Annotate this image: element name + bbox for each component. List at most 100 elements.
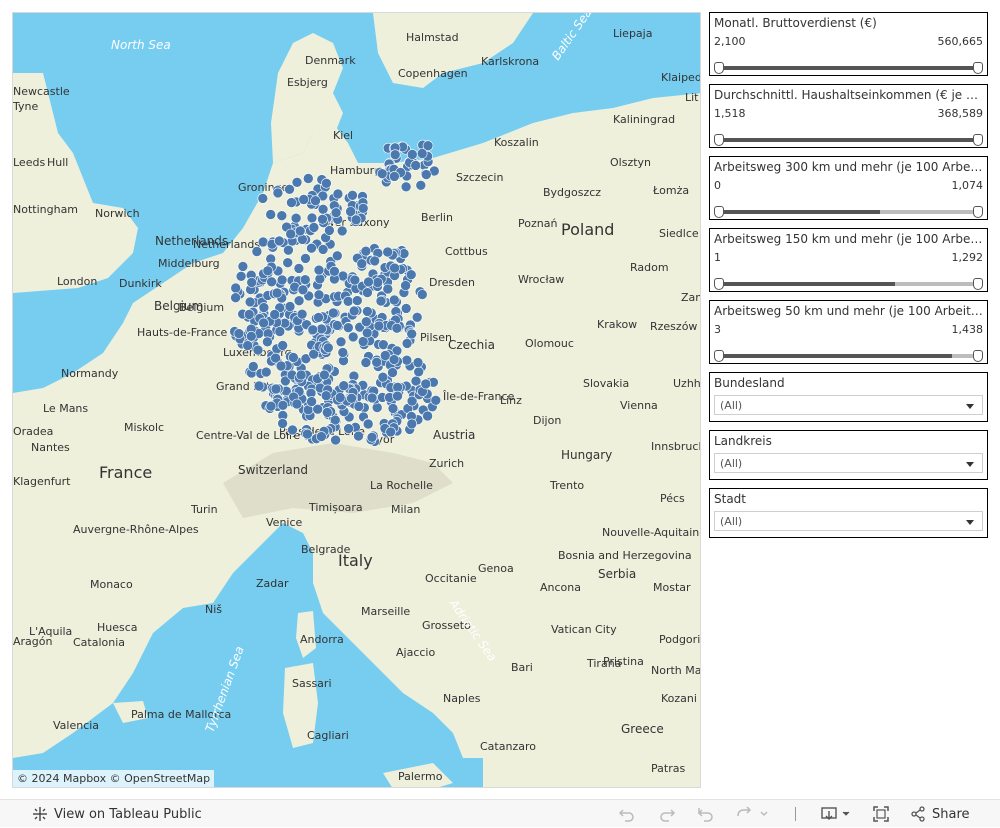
location-marker[interactable] [330,207,342,218]
location-marker[interactable] [405,269,417,281]
location-marker[interactable] [392,381,404,393]
location-marker[interactable] [321,407,333,418]
location-marker[interactable] [356,258,368,269]
slider-track[interactable] [714,134,983,146]
location-marker[interactable] [371,402,383,413]
slider-max-handle[interactable] [973,62,983,74]
slider-track[interactable] [714,278,983,290]
location-marker[interactable] [260,366,272,378]
location-marker[interactable] [331,320,343,331]
location-marker[interactable] [415,180,427,191]
location-marker[interactable] [266,276,277,288]
location-marker[interactable] [269,309,281,320]
location-marker[interactable] [412,357,424,368]
location-marker[interactable] [373,320,385,332]
location-marker[interactable] [296,308,308,320]
location-marker[interactable] [277,399,289,411]
location-marker[interactable] [244,296,256,308]
location-marker[interactable] [252,344,264,356]
location-marker[interactable] [246,277,257,288]
location-marker[interactable] [353,430,364,442]
slider-min-handle[interactable] [714,278,724,290]
filter-select[interactable]: (All) [714,453,983,473]
location-marker[interactable] [319,369,330,381]
location-marker[interactable] [277,340,289,351]
location-marker[interactable] [313,289,325,301]
location-marker[interactable] [420,169,432,180]
view-on-tableau-link[interactable]: View on Tableau Public [32,800,202,828]
location-marker[interactable] [360,245,372,257]
location-marker[interactable] [321,178,332,189]
slider-max-handle[interactable] [973,134,983,146]
location-marker[interactable] [295,369,307,381]
location-marker[interactable] [342,295,354,307]
location-marker[interactable] [389,171,400,182]
location-marker[interactable] [332,188,344,200]
location-marker[interactable] [327,307,339,319]
filter-select[interactable]: (All) [714,395,983,415]
location-marker[interactable] [283,244,294,256]
location-marker[interactable] [314,273,326,285]
location-marker[interactable] [316,431,327,442]
map-view[interactable]: Halmstad Liepaja Karlskrona Denmark Esbjerg C… [12,12,701,788]
location-marker[interactable] [382,283,394,295]
location-marker[interactable] [389,262,400,274]
location-marker[interactable] [308,222,320,233]
location-marker[interactable] [273,235,285,247]
location-marker[interactable] [360,357,372,368]
location-marker[interactable] [388,294,400,306]
location-marker[interactable] [387,403,399,414]
location-marker[interactable] [377,371,389,383]
location-marker[interactable] [366,431,378,443]
location-marker[interactable] [366,392,378,404]
share-button[interactable]: Share [910,800,970,828]
location-marker[interactable] [389,149,401,160]
location-marker[interactable] [331,250,343,262]
location-marker[interactable] [336,225,348,237]
slider-max-handle[interactable] [973,206,983,218]
location-marker[interactable] [387,367,398,378]
location-marker[interactable] [371,356,383,368]
location-marker[interactable] [422,410,433,422]
location-marker[interactable] [376,168,388,179]
location-marker[interactable] [293,295,305,307]
location-marker[interactable] [317,214,328,225]
location-marker[interactable] [413,366,425,378]
location-marker[interactable] [400,280,411,291]
location-marker[interactable] [416,289,428,300]
location-marker[interactable] [294,225,306,237]
location-marker[interactable] [357,203,369,214]
location-marker[interactable] [276,274,288,286]
location-marker[interactable] [385,426,397,438]
location-marker[interactable] [262,265,274,277]
location-marker[interactable] [257,193,269,204]
location-marker[interactable] [361,327,373,339]
slider-track[interactable] [714,350,983,362]
location-marker[interactable] [297,284,309,296]
location-marker[interactable] [277,418,288,429]
location-marker[interactable] [291,398,303,410]
location-marker[interactable] [360,316,372,328]
location-marker[interactable] [392,390,403,402]
location-marker[interactable] [347,331,359,343]
location-marker[interactable] [233,328,245,339]
location-marker[interactable] [401,354,413,366]
refresh-button[interactable] [735,800,769,828]
location-marker[interactable] [416,148,428,159]
location-marker[interactable] [287,424,298,436]
location-marker[interactable] [293,263,305,274]
location-marker[interactable] [379,350,391,361]
location-marker[interactable] [329,265,340,277]
location-marker[interactable] [343,423,354,434]
location-marker[interactable] [411,311,423,323]
map-canvas[interactable]: Halmstad Liepaja Karlskrona Denmark Esbjerg C… [13,13,701,788]
location-marker[interactable] [265,400,277,412]
location-marker[interactable] [375,295,387,307]
location-marker[interactable] [391,322,403,334]
location-marker[interactable] [271,287,283,299]
location-marker[interactable] [388,354,400,365]
redo-button[interactable] [658,800,676,828]
location-marker[interactable] [258,317,269,329]
location-marker[interactable] [246,330,257,342]
location-marker[interactable] [401,338,413,349]
